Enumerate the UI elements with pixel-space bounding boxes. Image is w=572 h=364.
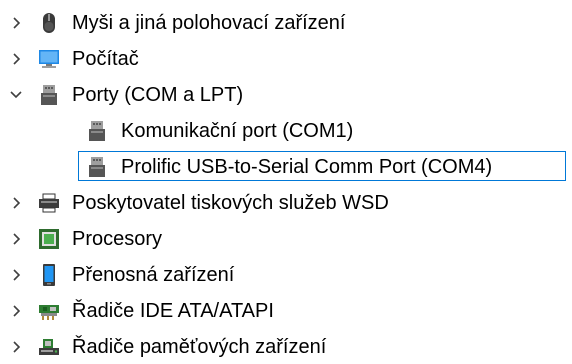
tree-item-label: Procesory [72,228,163,250]
port-icon [41,85,57,105]
tree-item-storage-controllers[interactable]: Řadiče paměťových zařízení [0,328,572,364]
chevron-right-icon[interactable] [8,15,24,31]
tree-item-label: Prolific USB-to-Serial Comm Port (COM4) [121,156,493,178]
tree-item-wsd-print[interactable]: Poskytovatel tiskových služeb WSD [0,184,572,220]
tree-item-portable-devices[interactable]: Přenosná zařízení [0,256,572,292]
tree-item-label: Řadiče IDE ATA/ATAPI [72,300,274,322]
tree-item-label: Řadiče paměťových zařízení [72,336,327,358]
chevron-right-icon[interactable] [8,267,24,283]
chevron-right-icon[interactable] [8,303,24,319]
tree-item-mice[interactable]: Myši a jiná polohovací zařízení [0,4,572,40]
chevron-down-icon[interactable] [8,87,24,103]
chevron-right-icon[interactable] [8,339,24,355]
mouse-icon [43,13,55,33]
tree-item-com4[interactable]: Prolific USB-to-Serial Comm Port (COM4) [0,148,572,184]
printer-icon [39,193,59,213]
tree-item-label: Poskytovatel tiskových služeb WSD [72,192,389,214]
tree-item-label: Komunikační port (COM1) [121,120,354,142]
chevron-right-icon[interactable] [8,195,24,211]
port-icon [89,121,105,141]
ide-controller-icon [39,305,59,320]
port-icon [89,157,105,177]
tree-item-label: Přenosná zařízení [72,264,235,286]
tree-item-ide-controllers[interactable]: Řadiče IDE ATA/ATAPI [0,292,572,328]
device-tree: Myši a jiná polohovací zařízení Počítač … [0,4,572,364]
tree-item-processors[interactable]: Procesory [0,220,572,256]
chevron-right-icon[interactable] [8,231,24,247]
computer-icon [39,50,59,68]
tree-item-computer[interactable]: Počítač [0,40,572,76]
storage-controller-icon [39,339,59,355]
chevron-right-icon[interactable] [8,51,24,67]
tree-item-ports[interactable]: Porty (COM a LPT) [0,76,572,112]
processor-icon [39,229,59,249]
tree-item-com1[interactable]: Komunikační port (COM1) [0,112,572,148]
tree-item-label: Porty (COM a LPT) [72,84,244,106]
tree-item-label: Počítač [72,48,139,70]
tree-item-label: Myši a jiná polohovací zařízení [72,12,346,34]
portable-device-icon [43,264,55,286]
